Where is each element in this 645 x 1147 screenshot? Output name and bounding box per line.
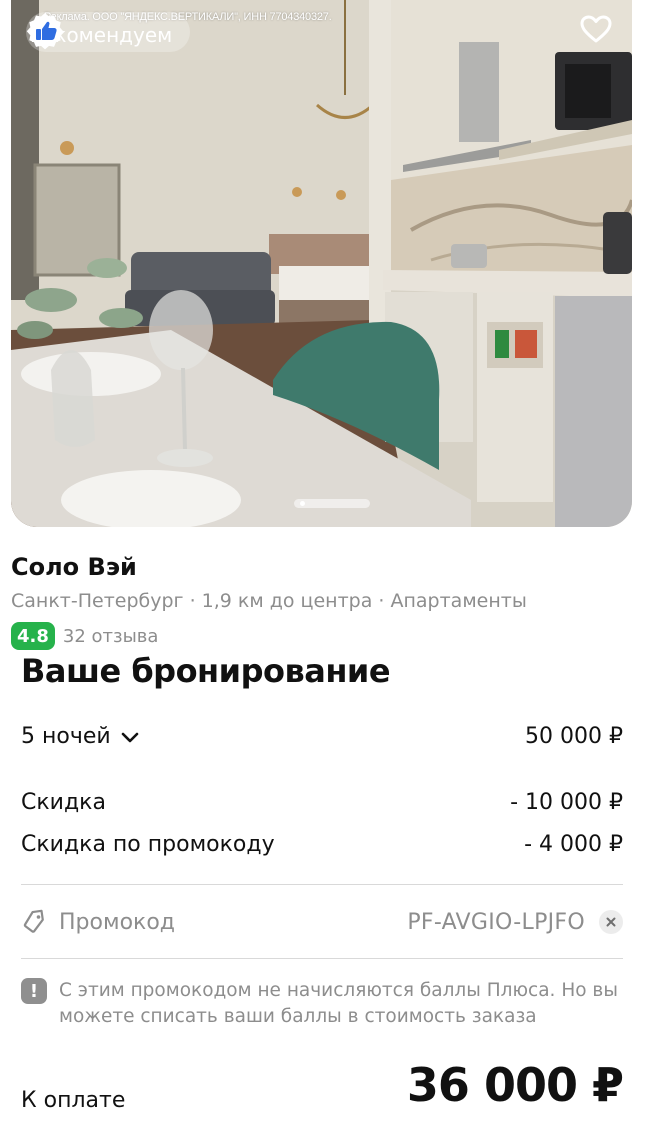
- thumbs-up-icon: [26, 13, 64, 50]
- recommended-badge: Рекомендуем: [26, 12, 191, 52]
- hotel-photo: [11, 0, 632, 527]
- nights-dropdown[interactable]: 5 ночей: [21, 724, 141, 749]
- total-value: 36 000 ₽: [406, 1058, 624, 1112]
- nights-label: 5 ночей: [21, 724, 111, 749]
- heart-icon: [580, 15, 612, 43]
- close-icon: [606, 917, 616, 927]
- rating-row: 4.8 32 отзыва: [11, 622, 158, 650]
- gallery-pagination-dots[interactable]: [294, 499, 370, 508]
- promo-discount-value: - 4 000 ₽: [524, 832, 623, 857]
- tag-icon: [23, 909, 44, 933]
- hotel-photo-gallery[interactable]: Реклама. ООО "ЯНДЕКС.ВЕРТИКАЛИ", ИНН 770…: [11, 0, 632, 527]
- plus-points-notice: ! С этим промокодом не начисляются баллы…: [21, 978, 623, 1030]
- discount-value: - 10 000 ₽: [510, 790, 623, 815]
- divider: [21, 958, 623, 959]
- promo-code-field[interactable]: Промокод PF-AVGIO-LPJFO: [21, 900, 623, 944]
- hotel-name: Соло Вэй: [11, 553, 137, 581]
- favorite-button[interactable]: [580, 14, 618, 50]
- promo-discount-label: Скидка по промокоду: [21, 832, 275, 857]
- divider: [21, 884, 623, 885]
- chevron-down-icon: [121, 732, 138, 742]
- promo-discount-row: Скидка по промокоду - 4 000 ₽: [21, 832, 623, 857]
- nights-row: 5 ночей 50 000 ₽: [21, 724, 623, 749]
- discount-label: Скидка: [21, 790, 106, 815]
- active-slide-dot: [300, 501, 305, 506]
- booking-title: Ваше бронирование: [21, 652, 391, 690]
- discount-row: Скидка - 10 000 ₽: [21, 790, 623, 815]
- clear-promo-button[interactable]: [599, 910, 623, 934]
- reviews-count-link[interactable]: 32 отзыва: [63, 626, 159, 647]
- total-label: К оплате: [21, 1088, 126, 1113]
- hotel-location-meta: Санкт-Петербург · 1,9 км до центра · Апа…: [11, 590, 527, 612]
- nights-price: 50 000 ₽: [525, 724, 623, 749]
- promo-code-value: PF-AVGIO-LPJFO: [407, 909, 585, 935]
- rating-badge: 4.8: [11, 622, 55, 650]
- exclamation-icon: !: [21, 978, 47, 1004]
- notice-text: С этим промокодом не начисляются баллы П…: [59, 980, 618, 1027]
- promo-label: Промокод: [59, 909, 175, 935]
